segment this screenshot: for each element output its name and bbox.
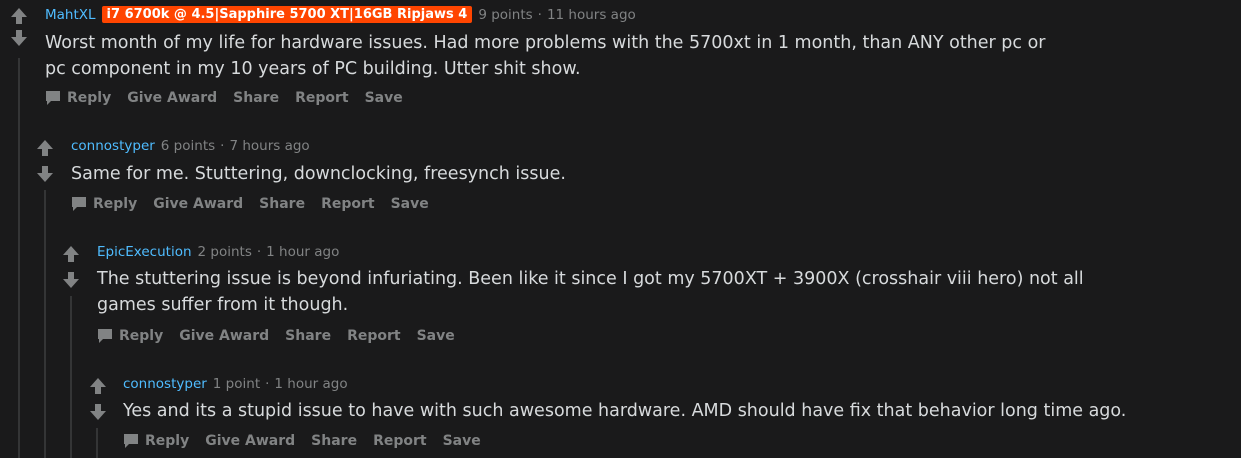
points-count: 9 points [478, 6, 533, 23]
report-button[interactable]: Report [321, 196, 375, 212]
downvote-arrow-icon[interactable] [9, 28, 29, 48]
comment-meta: MahtXL i7 6700k @ 4.5|Sapphire 5700 XT|1… [45, 6, 636, 23]
share-button[interactable]: Share [311, 433, 357, 449]
vote-column [88, 376, 108, 422]
upvote-arrow-icon[interactable] [35, 138, 55, 158]
upvote-arrow-icon[interactable] [9, 6, 29, 26]
give-award-button[interactable]: Give Award [205, 433, 295, 449]
speech-bubble-icon [72, 197, 86, 211]
comment-meta: EpicExecution 2 points · 1 hour ago [97, 244, 339, 260]
timestamp[interactable]: 1 hour ago [266, 244, 339, 260]
save-button[interactable]: Save [443, 433, 481, 449]
reply-button[interactable]: Reply [71, 196, 137, 212]
upvote-arrow-icon[interactable] [88, 376, 108, 396]
downvote-arrow-icon[interactable] [35, 164, 55, 184]
give-award-button[interactable]: Give Award [179, 328, 269, 344]
save-button[interactable]: Save [417, 328, 455, 344]
comment-meta: connostyper 1 point · 1 hour ago [123, 376, 348, 392]
author-link[interactable]: connostyper [71, 138, 155, 154]
give-award-button[interactable]: Give Award [153, 196, 243, 212]
thread-line[interactable] [44, 190, 46, 458]
points-count: 2 points [197, 244, 252, 260]
thread-line[interactable] [70, 296, 72, 458]
speech-bubble-icon [46, 91, 60, 105]
report-button[interactable]: Report [295, 90, 349, 106]
reply-button[interactable]: Reply [45, 90, 111, 106]
save-button[interactable]: Save [365, 90, 403, 106]
reply-button[interactable]: Reply [97, 328, 163, 344]
give-award-button[interactable]: Give Award [127, 90, 217, 106]
vote-column [9, 6, 29, 48]
comment-body: Same for me. Stuttering, downclocking, f… [71, 164, 566, 184]
thread-line[interactable] [18, 58, 20, 458]
separator-dot: · [256, 244, 262, 260]
comment-actions: Reply Give Award Share Report Save [71, 196, 445, 212]
timestamp[interactable]: 7 hours ago [229, 138, 309, 154]
share-button[interactable]: Share [259, 196, 305, 212]
comment-body: Yes and its a stupid issue to have with … [123, 401, 1127, 421]
comment-actions: Reply Give Award Share Report Save [123, 433, 497, 449]
save-button[interactable]: Save [391, 196, 429, 212]
upvote-arrow-icon[interactable] [61, 244, 81, 264]
author-link[interactable]: connostyper [123, 376, 207, 392]
points-count: 6 points [160, 138, 216, 154]
speech-bubble-icon [98, 329, 112, 343]
downvote-arrow-icon[interactable] [61, 270, 81, 290]
separator-dot: · [265, 376, 270, 392]
reply-label: Reply [119, 328, 164, 344]
speech-bubble-icon [124, 434, 138, 448]
vote-column [35, 138, 55, 184]
timestamp[interactable]: 11 hours ago [547, 7, 636, 23]
report-button[interactable]: Report [373, 433, 427, 449]
author-link[interactable]: MahtXL [45, 7, 96, 23]
comment-actions: Reply Give Award Share Report Save [45, 90, 419, 106]
reply-label: Reply [67, 90, 112, 106]
comment-body: Worst month of my life for hardware issu… [45, 33, 1046, 79]
reply-label: Reply [93, 196, 138, 212]
user-flair: i7 6700k @ 4.5|Sapphire 5700 XT|16GB Rip… [101, 6, 473, 23]
share-button[interactable]: Share [233, 90, 279, 106]
points-count: 1 point [212, 376, 261, 392]
vote-column [61, 244, 81, 290]
comment-body: The stuttering issue is beyond infuriati… [97, 269, 1084, 315]
comment-actions: Reply Give Award Share Report Save [97, 328, 471, 344]
comment-meta: connostyper 6 points · 7 hours ago [71, 138, 310, 154]
downvote-arrow-icon[interactable] [88, 402, 108, 422]
separator-dot: · [220, 138, 225, 154]
separator-dot: · [537, 6, 542, 23]
share-button[interactable]: Share [285, 328, 331, 344]
report-button[interactable]: Report [347, 328, 401, 344]
reply-button[interactable]: Reply [123, 433, 189, 449]
timestamp[interactable]: 1 hour ago [274, 376, 347, 392]
reply-label: Reply [145, 433, 190, 449]
author-link[interactable]: EpicExecution [97, 244, 192, 260]
thread-line[interactable] [96, 428, 98, 458]
